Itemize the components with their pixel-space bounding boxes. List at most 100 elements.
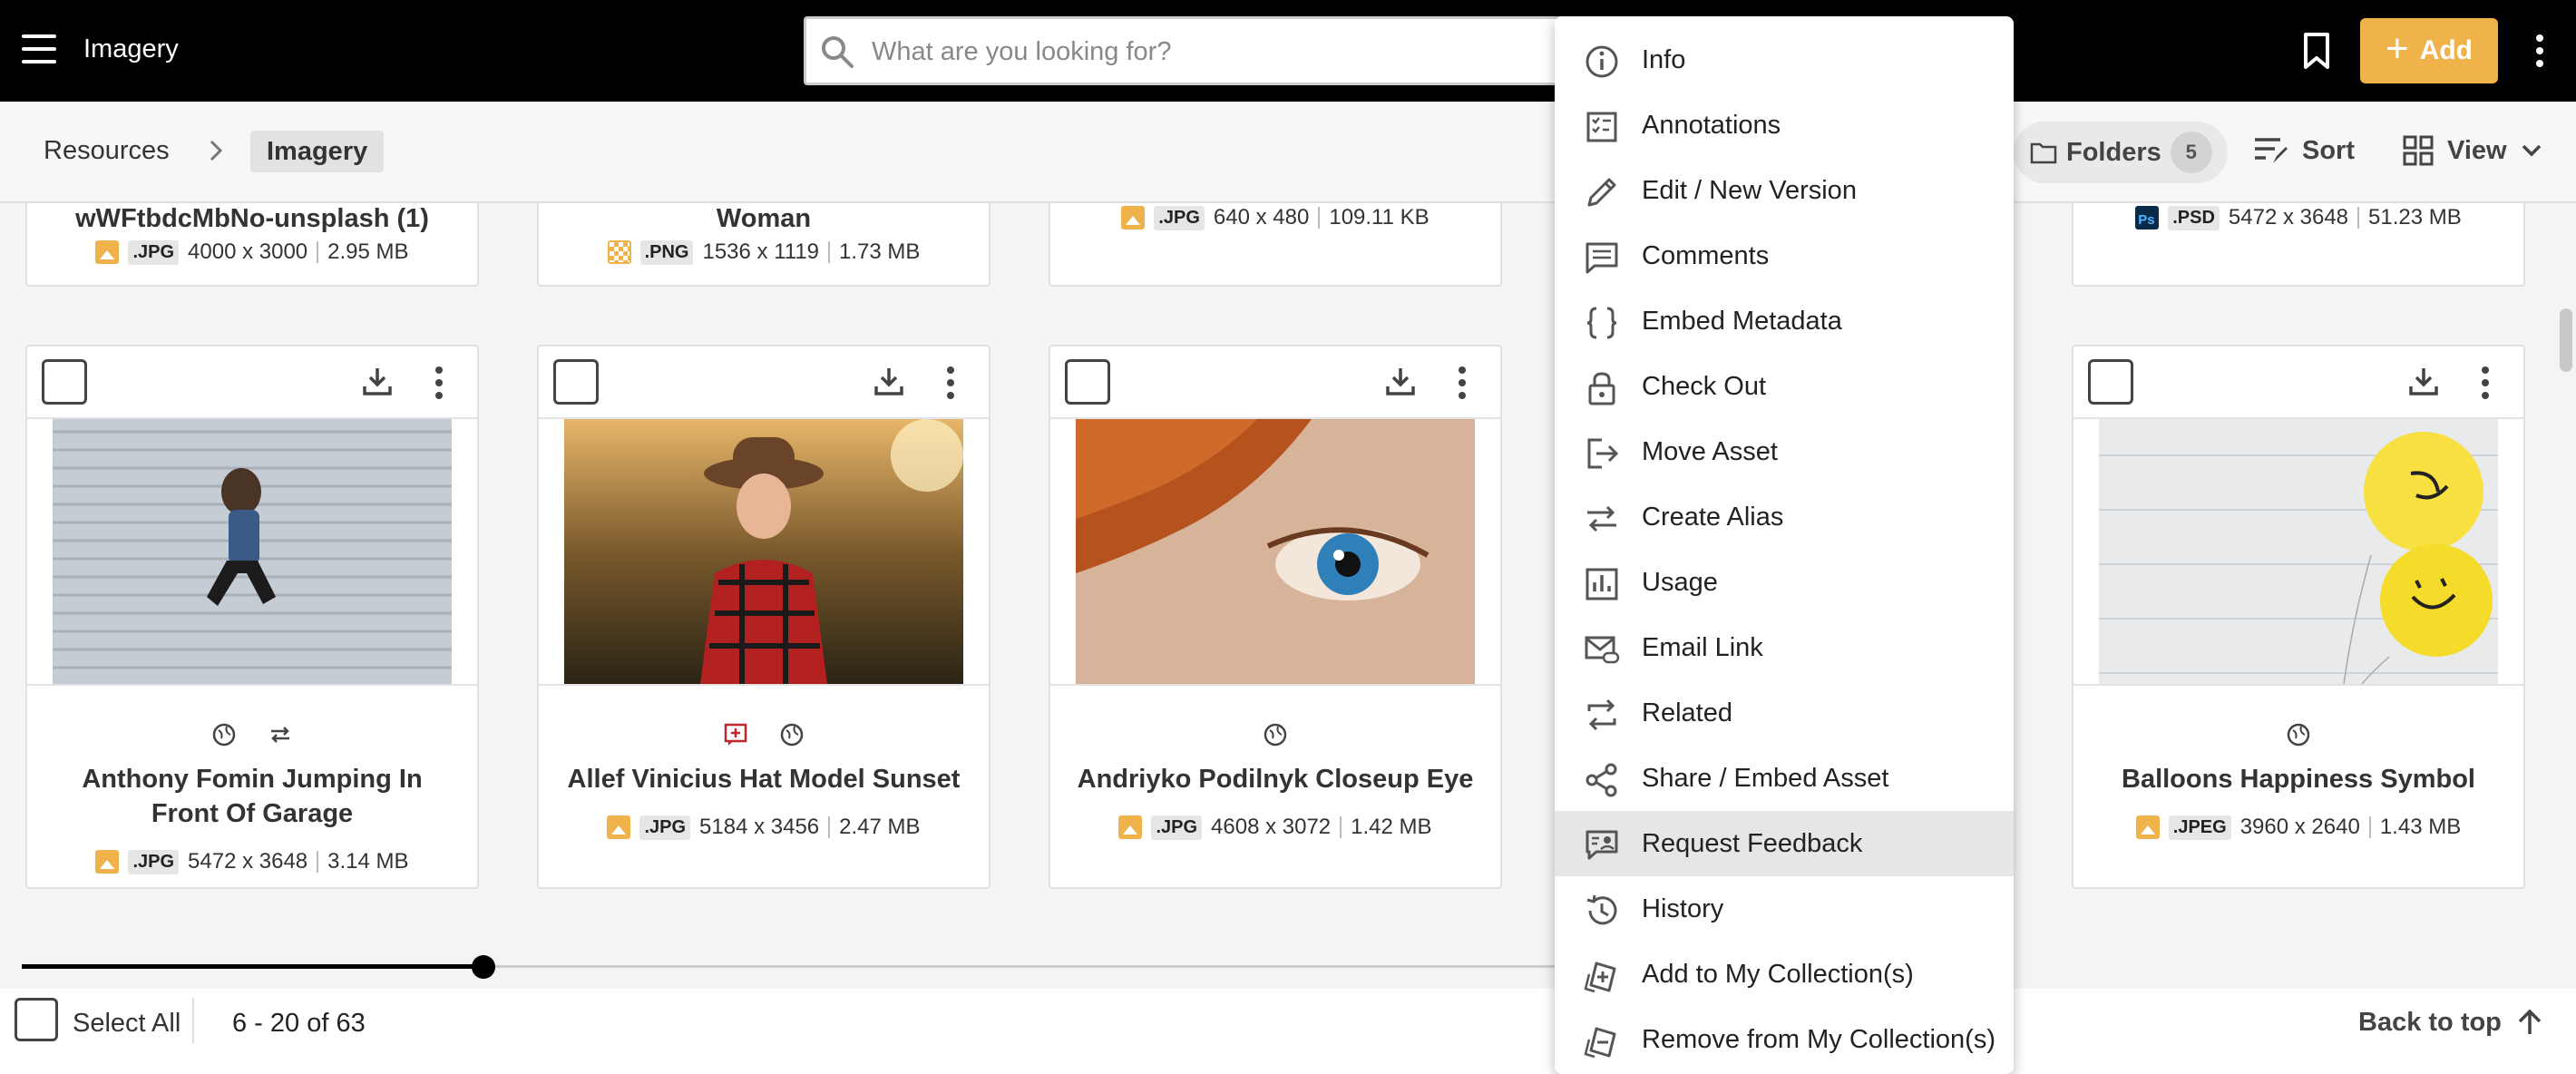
menu-item-label: Add to My Collection(s)	[1642, 960, 1914, 989]
asset-meta: .PNG 1536 x 1119 1.73 MB	[539, 239, 989, 265]
dimensions: 640 x 480	[1213, 205, 1310, 229]
select-all-label[interactable]: Select All	[73, 1009, 181, 1039]
asset-context-menu: Info Annotations Edit / New Version Comment…	[1555, 16, 2014, 1074]
menu-item-label: History	[1642, 894, 1724, 923]
feedback-icon	[1586, 830, 1618, 860]
folders-button[interactable]: Folders 5	[2014, 122, 2228, 183]
asset-card[interactable]: Balloons Happiness Symbol .JPEG 3960 x 2…	[2072, 345, 2525, 889]
menu-item-comments[interactable]: Comments	[1555, 223, 2014, 288]
asset-meta: .JPG 4608 x 3072 1.42 MB	[1050, 815, 1500, 840]
menu-item-annotations[interactable]: Annotations	[1555, 93, 2014, 158]
info-icon	[1586, 45, 1618, 78]
file-size: 2.47 MB	[839, 815, 921, 839]
page-scrollbar[interactable]	[2560, 308, 2572, 372]
asset-thumbnail[interactable]	[564, 419, 963, 684]
menu-item-check-out[interactable]: Check Out	[1555, 354, 2014, 419]
add-button[interactable]: + Add	[2360, 18, 2498, 83]
search-box[interactable]	[804, 16, 1584, 85]
menu-item-label: Comments	[1642, 241, 1770, 270]
download-icon[interactable]	[1384, 365, 1417, 397]
view-button[interactable]: View	[2402, 134, 2543, 167]
file-size: 1.73 MB	[839, 239, 921, 264]
photoshop-file-icon	[2135, 206, 2160, 229]
asset-card[interactable]: .JPG 640 x 480 109.11 KB	[1049, 203, 1502, 287]
back-to-top-button[interactable]: Back to top	[2358, 1007, 2545, 1038]
file-extension: .JPG	[639, 815, 691, 840]
asset-thumbnail[interactable]	[2099, 419, 2498, 684]
asset-thumbnail[interactable]	[53, 419, 452, 684]
chevron-right-icon	[210, 140, 223, 161]
asset-title[interactable]: Allef Vinicius Hat Model Sunset	[557, 762, 971, 796]
sort-icon	[2255, 138, 2288, 163]
asset-card[interactable]: Allef Vinicius Hat Model Sunset .JPG 518…	[537, 345, 990, 889]
asset-title[interactable]: Balloons Happiness Symbol	[2092, 762, 2505, 796]
menu-item-related[interactable]: Related	[1555, 680, 2014, 746]
add-collection-icon	[1584, 962, 1616, 993]
asset-card[interactable]: Anthony Fomin Jumping In Front Of Garage…	[25, 345, 479, 889]
annotations-icon	[1586, 112, 1617, 142]
menu-item-info[interactable]: Info	[1555, 27, 2014, 93]
menu-item-remove-from-my-collection-s[interactable]: Remove from My Collection(s)	[1555, 1007, 2014, 1072]
menu-item-label: Email Link	[1642, 633, 1763, 662]
menu-item-usage[interactable]: Usage	[1555, 550, 2014, 615]
search-input[interactable]	[872, 32, 1507, 72]
bookmark-icon[interactable]	[2298, 31, 2335, 71]
menu-item-add-to-my-collection-s[interactable]: Add to My Collection(s)	[1555, 942, 2014, 1007]
menu-item-email-link[interactable]: Email Link	[1555, 615, 2014, 680]
asset-meta: .PSD 5472 x 3648 51.23 MB	[2073, 205, 2523, 230]
asset-thumbnail[interactable]	[1076, 419, 1475, 684]
card-more-icon[interactable]	[942, 365, 960, 401]
card-more-icon[interactable]	[1453, 365, 1471, 401]
menu-item-share-embed-asset[interactable]: Share / Embed Asset	[1555, 746, 2014, 811]
file-extension: .JPG	[128, 849, 180, 874]
file-extension: .PNG	[639, 239, 694, 265]
menu-item-move-asset[interactable]: Move Asset	[1555, 419, 2014, 484]
asset-meta: .JPG 5184 x 3456 2.47 MB	[539, 815, 989, 840]
select-all-checkbox[interactable]	[15, 998, 58, 1041]
file-extension: .PSD	[2168, 205, 2220, 230]
breadcrumb: Resources Imagery Folders 5 Sort View	[0, 102, 2576, 203]
menu-item-label: Share / Embed Asset	[1642, 764, 1889, 793]
menu-item-history[interactable]: History	[1555, 876, 2014, 942]
download-icon[interactable]	[361, 365, 394, 397]
asset-card[interactable]: wWFtbdcMbNo-unsplash (1) .JPG 4000 x 300…	[25, 203, 479, 287]
menu-item-edit-new-version[interactable]: Edit / New Version	[1555, 158, 2014, 223]
asset-meta: .JPG 640 x 480 109.11 KB	[1050, 205, 1500, 230]
breadcrumb-resources[interactable]: Resources	[44, 136, 170, 166]
menu-item-create-alias[interactable]: Create Alias	[1555, 484, 2014, 550]
card-more-icon[interactable]	[430, 365, 448, 401]
sort-button[interactable]: Sort	[2253, 134, 2355, 167]
lock-icon	[1588, 372, 1615, 405]
grid-view-icon	[2403, 135, 2434, 166]
asset-title: Woman	[716, 204, 812, 233]
asset-card[interactable]: Andriyko Podilnyk Closeup Eye .JPG 4608 …	[1049, 345, 1502, 889]
image-file-icon	[2135, 815, 2160, 839]
asset-title[interactable]: Anthony Fomin Jumping In Front Of Garage	[45, 762, 459, 831]
share-icon	[1586, 763, 1617, 797]
menu-item-embed-metadata[interactable]: Embed Metadata	[1555, 288, 2014, 354]
email-link-icon	[1585, 636, 1620, 664]
menu-item-request-feedback[interactable]: Request Feedback	[1555, 811, 2014, 876]
asset-card[interactable]: .PSD 5472 x 3648 51.23 MB	[2072, 203, 2525, 287]
asset-title[interactable]: Andriyko Podilnyk Closeup Eye	[1068, 762, 1482, 796]
download-icon[interactable]	[2407, 365, 2440, 397]
plus-icon: +	[2385, 26, 2409, 71]
download-icon[interactable]	[873, 365, 905, 397]
asset-checkbox[interactable]	[42, 359, 87, 405]
menu-item-label: Move Asset	[1642, 437, 1778, 466]
card-more-icon[interactable]	[2476, 365, 2494, 401]
file-extension: .JPG	[128, 239, 180, 265]
asset-meta: .JPG 5472 x 3648 3.14 MB	[27, 849, 477, 874]
more-options-icon[interactable]	[2531, 31, 2549, 71]
hamburger-menu-icon[interactable]	[22, 34, 56, 63]
chevron-down-icon	[2522, 144, 2541, 157]
asset-checkbox[interactable]	[2088, 359, 2133, 405]
asset-card[interactable]: Woman .PNG 1536 x 1119 1.73 MB	[537, 203, 990, 287]
file-size: 1.42 MB	[1351, 815, 1432, 839]
image-file-icon	[1118, 815, 1143, 839]
zoom-slider-handle[interactable]	[472, 955, 495, 979]
search-icon	[822, 36, 854, 68]
alias-icon	[1587, 505, 1616, 532]
asset-checkbox[interactable]	[553, 359, 599, 405]
asset-checkbox[interactable]	[1065, 359, 1110, 405]
